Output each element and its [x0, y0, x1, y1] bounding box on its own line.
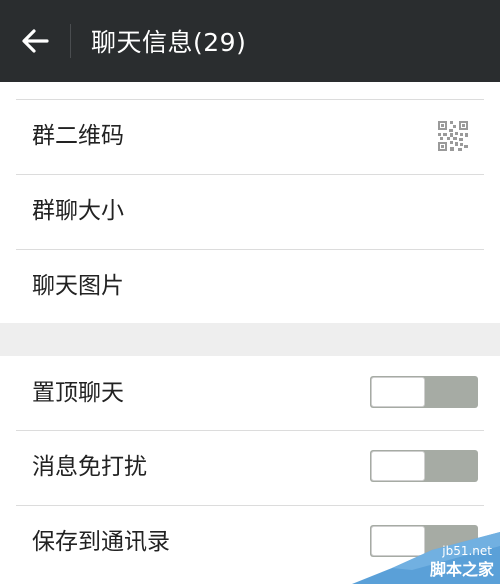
list-item-label: 保存到通讯录	[32, 529, 170, 555]
list-item-group-size[interactable]: 群聊大小	[0, 174, 500, 249]
app-bar: 聊天信息(29)	[0, 0, 500, 82]
list-item-label: 群二维码	[32, 123, 124, 149]
page-title: 聊天信息(29)	[91, 28, 247, 57]
section-gap	[0, 323, 500, 356]
back-arrow-icon	[22, 29, 49, 53]
watermark: jb51.net 脚本之家	[352, 532, 500, 584]
watermark-brand: 脚本之家	[429, 560, 494, 579]
list-item-label: 聊天图片	[32, 273, 124, 299]
list-item-group-qrcode[interactable]: 群二维码	[0, 99, 500, 174]
toggle-knob	[371, 451, 425, 481]
list-item-pin-chat[interactable]: 置顶聊天	[0, 356, 500, 431]
pin-chat-toggle[interactable]	[370, 376, 478, 408]
qr-code-icon	[438, 121, 468, 151]
mute-toggle[interactable]	[370, 450, 478, 482]
list-item-mute[interactable]: 消息免打扰	[0, 430, 500, 505]
appbar-divider	[70, 24, 71, 58]
list-item-label: 群聊大小	[32, 198, 124, 224]
back-button[interactable]	[0, 0, 70, 82]
list-item-label: 消息免打扰	[32, 454, 147, 480]
list-item-chat-images[interactable]: 聊天图片	[0, 249, 500, 324]
list-item-label: 置顶聊天	[32, 380, 124, 406]
toggle-knob	[371, 377, 425, 407]
